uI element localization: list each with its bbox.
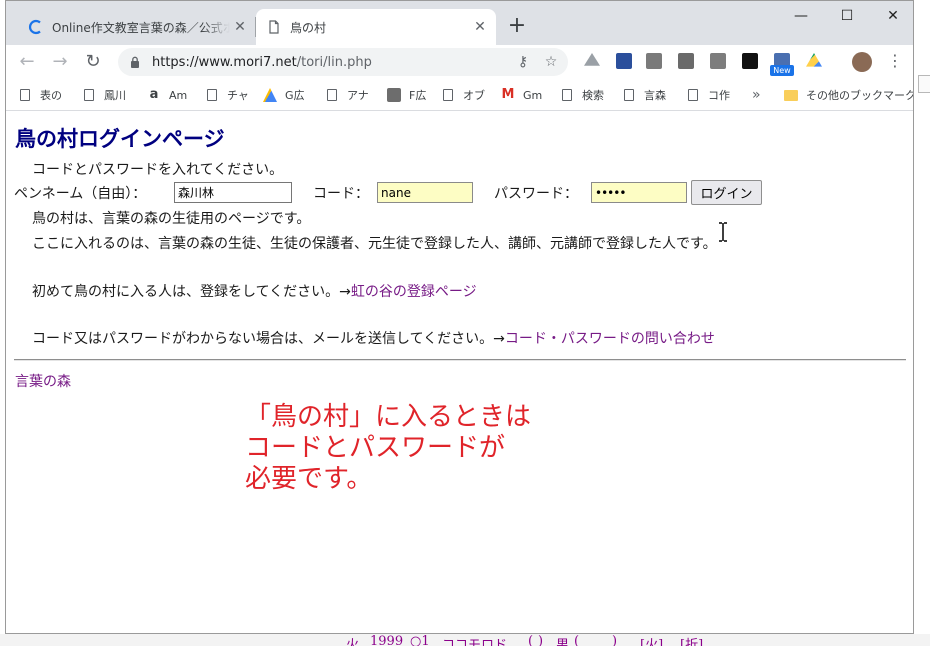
tab-close-icon[interactable]: ✕ xyxy=(230,19,250,35)
page-icon xyxy=(688,89,698,101)
amazon-icon: a xyxy=(149,87,159,102)
page-icon xyxy=(562,89,572,101)
background-window-fragment xyxy=(918,75,930,93)
bookmark-item[interactable]: M Gm xyxy=(501,85,543,105)
tab-title: Online作文教室言葉の森／公式ホ xyxy=(52,20,230,35)
bg-cell: [火] xyxy=(640,638,664,646)
description-line-2: ここに入れるのは、言葉の森の生徒、生徒の保護者、元生徒で登録した人、講師、元講師… xyxy=(32,236,717,252)
menu-kebab-icon[interactable]: ⋮ xyxy=(887,51,903,71)
bookmark-item[interactable]: 鳳川 xyxy=(84,85,126,105)
code-extension-icon[interactable] xyxy=(710,53,726,69)
tab-kotoba-no-mori[interactable]: Online作文教室言葉の森／公式ホ ✕ xyxy=(18,9,256,45)
bookmark-item[interactable]: F広 xyxy=(387,85,426,105)
page-icon xyxy=(20,89,30,101)
close-window-button[interactable]: ✕ xyxy=(870,1,913,31)
password-label: パスワード： xyxy=(494,186,578,202)
register-instruction: 初めて鳥の村に入る人は、登録をしてください。→虹の谷の登録ページ xyxy=(32,284,477,300)
bookmark-item[interactable]: オブ xyxy=(443,85,485,105)
bookmark-item[interactable]: チャ xyxy=(207,85,249,105)
folder-icon xyxy=(784,89,798,101)
login-button[interactable]: ログイン xyxy=(691,180,762,205)
bg-cell: 1999 xyxy=(370,634,404,646)
screenshot-extension-icon[interactable] xyxy=(678,53,694,69)
check-extension-icon[interactable] xyxy=(646,53,662,69)
code-password-inquiry-link[interactable]: コード・パスワードの問い合わせ xyxy=(505,331,715,347)
forward-arrow-icon[interactable]: → xyxy=(47,49,73,75)
penname-label: ペンネーム（自由）： xyxy=(14,186,147,202)
bookmark-item[interactable]: G広 xyxy=(263,85,305,105)
bookmark-extension-icon[interactable] xyxy=(616,53,632,69)
bg-cell: ( xyxy=(574,634,580,646)
bookmarks-bar: 表の 鳳川 a Am チャ G広 アナ F広 オブ M Gm 検索 言森 コ作 » … xyxy=(6,79,913,111)
page-icon xyxy=(624,89,634,101)
bookmark-item[interactable]: 言森 xyxy=(624,85,666,105)
page-content: 鳥の村ログインページ コードとパスワードを入れてください。 ペンネーム（自由）：… xyxy=(6,112,913,633)
profile-avatar[interactable] xyxy=(852,52,872,72)
page-title: 鳥の村ログインページ xyxy=(15,127,225,151)
horizontal-divider xyxy=(14,359,906,361)
background-page-strip: 火 1999 ○1 ココモロド ( ) 男 ( ) [火] [折] xyxy=(0,634,930,646)
back-arrow-icon[interactable]: ← xyxy=(14,49,40,75)
maximize-button[interactable]: ☐ xyxy=(824,1,870,31)
address-bar[interactable]: https://www.mori7.net/tori/lin.php ⚷ ☆ xyxy=(118,48,568,76)
password-input[interactable] xyxy=(591,182,687,203)
new-badge: New xyxy=(770,65,794,76)
page-icon xyxy=(84,89,94,101)
bg-cell: [折] xyxy=(680,638,704,646)
star-icon[interactable]: ☆ xyxy=(540,54,562,70)
other-bookmarks-folder[interactable]: その他のブックマーク xyxy=(784,85,913,105)
background-window-edge xyxy=(915,0,930,646)
red-annotation-text: 「鳥の村」に入るときは コードとパスワードが 必要です。 xyxy=(245,402,532,494)
page-icon xyxy=(327,89,337,101)
bookmark-item[interactable]: a Am xyxy=(147,85,188,105)
bg-cell: 火 xyxy=(346,638,360,646)
site-favicon-icon xyxy=(28,19,41,35)
reload-icon[interactable]: ↻ xyxy=(80,49,106,75)
instruction-text: コードとパスワードを入れてください。 xyxy=(32,162,284,178)
google-ads-icon xyxy=(263,88,277,102)
tab-close-icon[interactable]: ✕ xyxy=(470,19,490,35)
key-icon[interactable]: ⚷ xyxy=(512,54,534,70)
drive-extension-icon[interactable] xyxy=(584,53,600,66)
bg-cell: ) xyxy=(538,634,544,646)
bg-cell: ) xyxy=(612,634,618,646)
fast-forward-extension-icon[interactable] xyxy=(742,53,758,69)
bg-cell: 男 xyxy=(556,638,570,646)
form-icon xyxy=(387,88,401,102)
browser-toolbar: ← → ↻ https://www.mori7.net/tori/lin.php… xyxy=(6,45,913,79)
bookmark-item[interactable]: 表の xyxy=(20,85,62,105)
bg-cell: ○1 xyxy=(410,634,430,646)
register-page-link[interactable]: 虹の谷の登録ページ xyxy=(351,284,477,300)
url-text[interactable]: https://www.mori7.net/tori/lin.php xyxy=(152,55,512,70)
page-icon xyxy=(207,89,217,101)
google-drive-icon[interactable] xyxy=(806,53,822,67)
bookmark-item[interactable]: 検索 xyxy=(562,85,604,105)
tab-tori-no-mura[interactable]: 鳥の村 ✕ xyxy=(256,9,496,45)
bookmarks-overflow-chevron-icon[interactable]: » xyxy=(752,85,761,105)
page-favicon-icon xyxy=(269,20,279,34)
gmail-icon: M xyxy=(501,87,515,102)
browser-window: Online作文教室言葉の森／公式ホ ✕ 鳥の村 ✕ + — ☐ ✕ ← → ↻… xyxy=(5,0,914,634)
lock-icon xyxy=(131,56,139,68)
text-cursor-icon xyxy=(719,222,727,242)
penname-input[interactable] xyxy=(174,182,292,203)
tab-title: 鳥の村 xyxy=(290,20,327,35)
code-input[interactable] xyxy=(377,182,473,203)
bg-cell: ( xyxy=(528,634,534,646)
bookmark-item[interactable]: コ作 xyxy=(688,85,730,105)
kotoba-no-mori-link[interactable]: 言葉の森 xyxy=(15,371,71,391)
code-label: コード： xyxy=(313,186,369,202)
bookmark-item[interactable]: アナ xyxy=(327,85,369,105)
tab-strip: Online作文教室言葉の森／公式ホ ✕ 鳥の村 ✕ + — ☐ ✕ xyxy=(6,1,913,45)
minimize-button[interactable]: — xyxy=(778,1,824,31)
forgot-instruction: コード又はパスワードがわからない場合は、メールを送信してください。→コード・パス… xyxy=(32,331,715,347)
page-icon xyxy=(443,89,453,101)
bg-cell: ココモロド xyxy=(442,638,508,646)
description-line-1: 鳥の村は、言葉の森の生徒用のページです。 xyxy=(32,211,311,227)
new-tab-button[interactable]: + xyxy=(503,12,531,40)
